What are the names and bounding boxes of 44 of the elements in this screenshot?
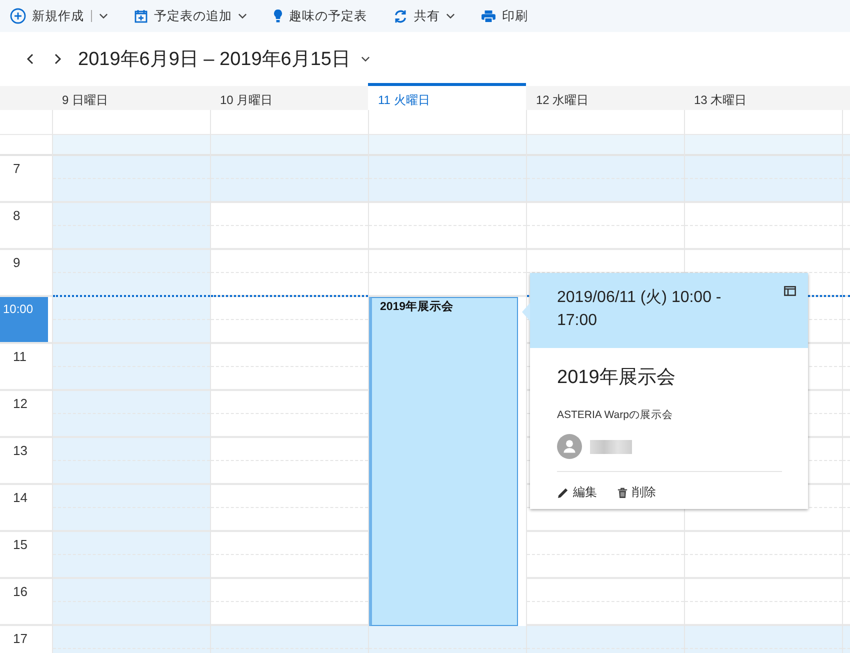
avatar-icon bbox=[557, 434, 582, 459]
day-header[interactable]: 9 日曜日 bbox=[52, 83, 210, 110]
time-label: 10:00 bbox=[0, 297, 48, 342]
time-label: 12 bbox=[12, 395, 28, 411]
event-description: ASTERIA Warpの展示会 bbox=[557, 408, 674, 422]
time-label: 16 bbox=[12, 583, 28, 599]
expand-icon[interactable] bbox=[784, 286, 796, 296]
toolbar-button[interactable]: 予定表の追加 bbox=[134, 8, 247, 24]
time-slot[interactable] bbox=[843, 295, 850, 344]
calendar-add-icon bbox=[134, 9, 148, 23]
lightbulb-icon bbox=[273, 9, 283, 23]
trash-icon bbox=[617, 486, 628, 498]
printer-icon bbox=[481, 10, 496, 22]
time-label: 14 bbox=[12, 489, 28, 505]
day-header[interactable]: 12 水曜日 bbox=[526, 83, 684, 110]
chevron-left-icon bbox=[26, 53, 34, 65]
toolbar-button[interactable]: 印刷 bbox=[481, 8, 528, 24]
pencil-icon bbox=[557, 486, 569, 498]
time-slot[interactable] bbox=[53, 295, 210, 344]
add-icon bbox=[10, 8, 26, 24]
calendar-event[interactable]: 2019年展示会 bbox=[369, 297, 518, 626]
edit-button[interactable]: 編集 bbox=[557, 484, 597, 501]
time-label: 15 bbox=[12, 536, 28, 552]
toolbar-button[interactable]: 趣味の予定表 bbox=[273, 8, 367, 24]
day-header[interactable]: 13 木曜日 bbox=[684, 83, 842, 110]
time-label: 7 bbox=[12, 160, 20, 176]
event-title: 2019年展示会 bbox=[557, 366, 676, 390]
time-label: 9 bbox=[12, 254, 20, 270]
date-range-dropdown[interactable]: 2019年6月9日 – 2019年6月15日 bbox=[78, 46, 370, 72]
redacted-name bbox=[590, 440, 632, 454]
time-label: 17 bbox=[12, 630, 28, 646]
day-header[interactable]: 11 火曜日 bbox=[368, 83, 526, 110]
toolbar-button[interactable]: 新規作成 bbox=[10, 8, 108, 24]
time-label: 13 bbox=[12, 442, 28, 458]
caret-icon bbox=[360, 56, 370, 62]
time-label: 11 bbox=[12, 348, 26, 364]
day-header[interactable]: 10 月曜日 bbox=[210, 83, 368, 110]
event-date-time: 2019/06/11 (火) 10:00 - 17:00 bbox=[557, 288, 722, 331]
delete-button[interactable]: 削除 bbox=[617, 484, 656, 501]
chevron-right-icon bbox=[54, 53, 62, 65]
toolbar-button[interactable]: 共有 bbox=[393, 8, 455, 24]
time-slot[interactable] bbox=[211, 295, 368, 344]
sync-icon bbox=[393, 8, 408, 24]
time-label: 8 bbox=[12, 207, 20, 223]
